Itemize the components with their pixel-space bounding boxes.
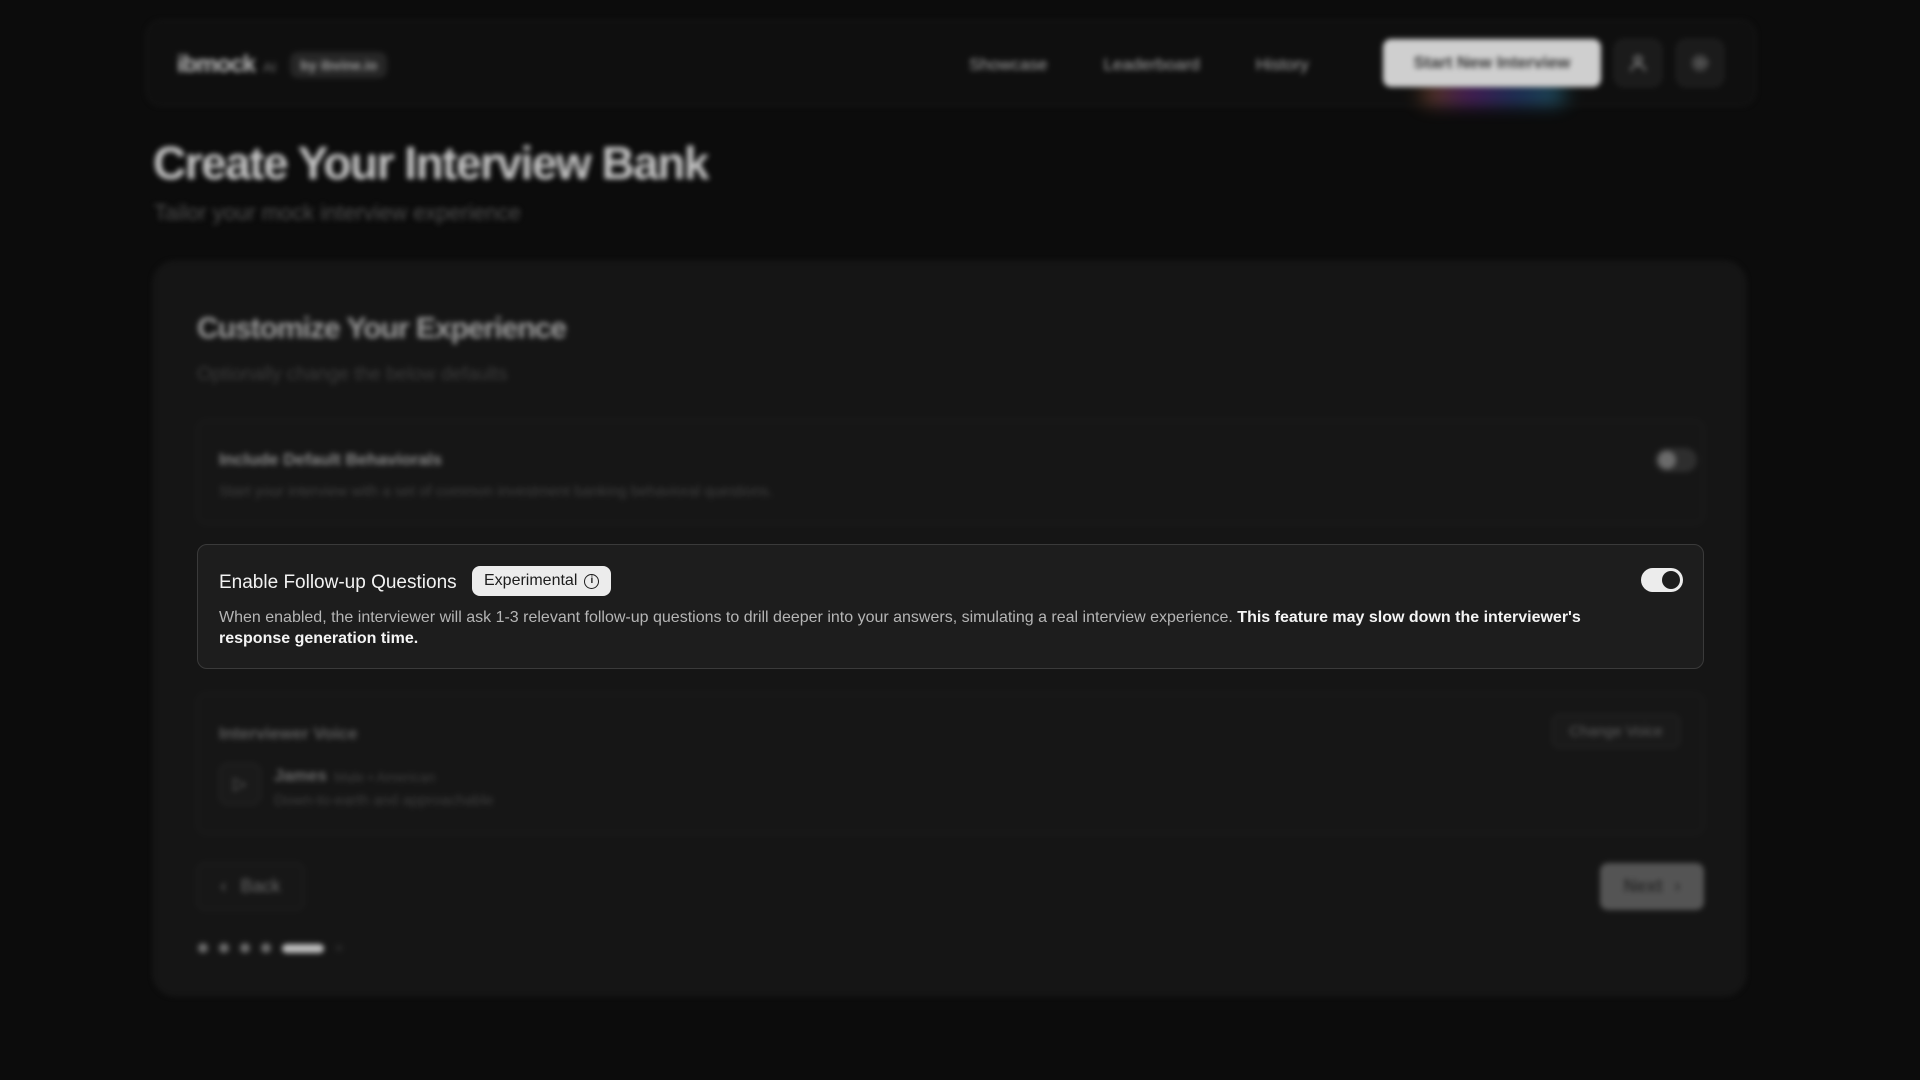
nav-link-showcase[interactable]: Showcase — [969, 55, 1047, 75]
interviewer-voice-section: Interviewer Voice Change Voice ▷ James M… — [197, 693, 1704, 834]
play-voice-button[interactable]: ▷ — [219, 763, 261, 805]
option-title: Include Default Behaviorals — [219, 450, 442, 469]
back-button[interactable]: ‹ Back — [197, 863, 304, 910]
option-follow-up-questions: Enable Follow-up Questions Experimental … — [197, 544, 1704, 669]
gear-icon — [1692, 55, 1708, 71]
settings-button[interactable] — [1676, 39, 1724, 87]
page-subtitle: Tailor your mock interview experience — [154, 200, 521, 225]
step-dot — [261, 943, 271, 953]
nav-link-history[interactable]: History — [1256, 55, 1309, 75]
toggle-knob — [1662, 571, 1680, 589]
logo-name: ibmock — [177, 51, 256, 78]
option-description: When enabled, the interviewer will ask 1… — [219, 607, 1639, 649]
nav-links: Showcase Leaderboard History — [969, 55, 1309, 75]
follow-up-questions-toggle[interactable] — [1641, 568, 1683, 592]
step-dot — [335, 944, 343, 952]
back-label: Back — [240, 876, 281, 896]
experimental-badge[interactable]: Experimental i — [472, 566, 612, 596]
play-icon: ▷ — [233, 774, 247, 793]
chevron-left-icon: ‹ — [220, 876, 227, 896]
option-description: Start your interview with a set of commo… — [219, 483, 773, 500]
toggle-knob — [1658, 451, 1676, 469]
logo-by-badge[interactable]: by ibvine.io — [290, 52, 388, 78]
page-title: Create Your Interview Bank — [153, 137, 709, 189]
step-indicator — [198, 943, 343, 953]
logo-suffix: AI — [263, 59, 277, 75]
option-description-text: When enabled, the interviewer will ask 1… — [219, 609, 1233, 626]
top-nav-bar: ibmock AI by ibvine.io Showcase Leaderbo… — [146, 20, 1756, 106]
card-title: Customize Your Experience — [197, 312, 567, 345]
info-icon[interactable]: i — [584, 573, 600, 589]
card-subtitle: Optionally change the below defaults — [197, 364, 508, 385]
option-title: Enable Follow-up Questions — [219, 572, 457, 593]
badge-label: Experimental — [484, 572, 578, 589]
voice-meta: Male • American — [334, 769, 436, 785]
step-dot — [240, 943, 250, 953]
change-voice-button[interactable]: Change Voice — [1552, 714, 1680, 748]
user-icon — [1630, 55, 1646, 72]
step-dot — [198, 943, 208, 953]
default-behaviorals-toggle[interactable] — [1655, 448, 1697, 472]
nav-link-leaderboard[interactable]: Leaderboard — [1103, 55, 1199, 75]
voice-name: James — [274, 766, 327, 785]
step-dot-current — [282, 943, 324, 953]
voice-description: Down-to-earth and approachable — [274, 792, 494, 809]
step-dot — [219, 943, 229, 953]
cta-glow — [1423, 87, 1563, 101]
profile-button[interactable] — [1614, 39, 1662, 87]
option-default-behaviorals: Include Default Behaviorals Start your i… — [197, 420, 1704, 524]
next-label: Next — [1623, 876, 1663, 896]
next-button[interactable]: Next › — [1600, 863, 1704, 910]
voice-section-title: Interviewer Voice — [219, 724, 358, 743]
start-new-interview-button[interactable]: Start New Interview — [1383, 39, 1601, 87]
logo[interactable]: ibmock AI by ibvine.io — [177, 51, 388, 79]
chevron-right-icon: › — [1674, 876, 1681, 896]
